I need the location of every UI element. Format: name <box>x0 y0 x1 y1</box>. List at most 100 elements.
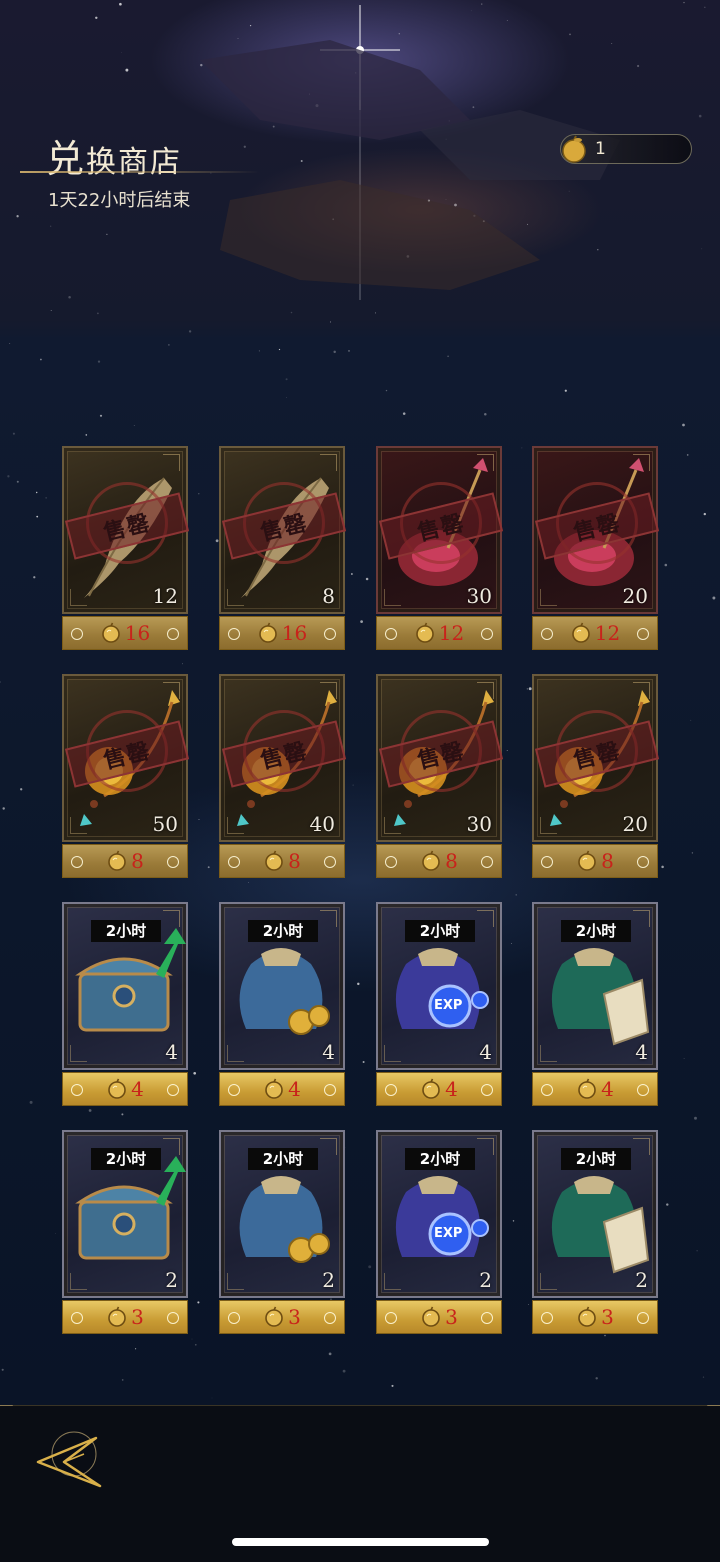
price-value: 8 <box>131 849 144 873</box>
shop-item-card: 售罄 40 <box>219 674 347 842</box>
home-indicator[interactable] <box>232 1538 489 1546</box>
back-arrow-icon[interactable] <box>34 1424 106 1488</box>
shop-item-card[interactable]: 2小时 4 <box>532 902 658 1070</box>
shop-item-card[interactable]: EXP 2小时 4 <box>376 902 502 1070</box>
golden-apple-icon <box>415 622 434 643</box>
card-corner-ornament <box>540 1045 557 1062</box>
buy-price-button[interactable]: 16 <box>219 616 345 650</box>
ornament-dot <box>324 628 336 640</box>
ornament-dot <box>228 628 240 640</box>
buy-price-button[interactable]: 12 <box>376 616 502 650</box>
buy-price-button[interactable]: 8 <box>376 844 502 878</box>
ornament-dot <box>228 1084 240 1096</box>
buy-price-button[interactable]: 3 <box>532 1300 658 1334</box>
ornament-dot <box>385 628 397 640</box>
shop-item-card[interactable]: EXP 2小时 2 <box>376 1130 502 1298</box>
card-corner-ornament <box>70 1273 87 1290</box>
shop-item-card: 售罄 8 <box>219 446 347 614</box>
card-corner-ornament <box>384 589 401 606</box>
card-corner-ornament <box>227 589 244 606</box>
buy-price-button[interactable]: 12 <box>532 616 658 650</box>
time-limit-badge: 2小时 <box>561 920 631 942</box>
price-value: 4 <box>288 1077 301 1101</box>
item-quantity: 2 <box>479 1268 492 1292</box>
buy-price-button[interactable]: 16 <box>62 616 188 650</box>
golden-apple-icon <box>578 1306 596 1327</box>
shop-item-card[interactable]: 2小时 2 <box>532 1130 658 1298</box>
item-quantity: 4 <box>322 1040 335 1064</box>
buy-price-button[interactable]: 4 <box>532 1072 658 1106</box>
ornament-dot <box>324 1312 336 1324</box>
card-corner-ornament <box>633 682 650 699</box>
shop-item-card: 售罄 30 <box>376 446 504 614</box>
footer-edge-right <box>688 1405 720 1428</box>
ornament-dot <box>637 1084 649 1096</box>
time-limit-badge: 2小时 <box>561 1148 631 1170</box>
golden-apple-icon <box>108 850 126 871</box>
ornament-dot <box>167 628 179 640</box>
item-quantity: 20 <box>622 584 648 608</box>
buy-price-button[interactable]: 8 <box>62 844 188 878</box>
footer-edge-left <box>0 1405 32 1428</box>
card-corner-ornament <box>384 1273 401 1290</box>
shop-item-card: 售罄 20 <box>532 674 660 842</box>
card-corner-ornament <box>477 910 494 927</box>
item-quantity: 30 <box>466 812 492 836</box>
shop-item-card[interactable]: 2小时 4 <box>219 902 345 1070</box>
item-quantity: 20 <box>622 812 648 836</box>
buy-price-button[interactable]: 3 <box>62 1300 188 1334</box>
card-corner-ornament <box>227 1045 244 1062</box>
card-corner-ornament <box>477 454 494 471</box>
golden-apple-icon <box>422 1078 440 1099</box>
price-value: 3 <box>131 1305 144 1329</box>
golden-apple-icon <box>578 1078 596 1099</box>
shop-timer: 1天22小时后结束 <box>48 190 191 211</box>
ornament-dot <box>541 1084 553 1096</box>
ornament-dot <box>637 856 649 868</box>
ornament-dot <box>481 856 493 868</box>
page-title-rest: 换商店 <box>86 145 183 180</box>
ornament-dot <box>541 856 553 868</box>
buy-price-button[interactable]: 3 <box>219 1300 345 1334</box>
currency-balance: 1 <box>560 134 692 164</box>
ornament-dot <box>541 628 553 640</box>
buy-price-button[interactable]: 4 <box>62 1072 188 1106</box>
item-quantity: 4 <box>635 1040 648 1064</box>
item-quantity: 30 <box>466 584 492 608</box>
price-value: 8 <box>601 849 614 873</box>
card-corner-ornament <box>320 910 337 927</box>
item-quantity: 2 <box>322 1268 335 1292</box>
price-value: 16 <box>281 621 308 645</box>
card-corner-ornament <box>477 682 494 699</box>
item-quantity: 40 <box>309 812 335 836</box>
buy-price-button[interactable]: 8 <box>219 844 345 878</box>
golden-apple-icon <box>265 1078 283 1099</box>
time-limit-badge: 2小时 <box>405 1148 475 1170</box>
buy-price-button[interactable]: 4 <box>219 1072 345 1106</box>
shop-item-card[interactable]: 2小时 4 <box>62 902 188 1070</box>
price-value: 4 <box>601 1077 614 1101</box>
time-limit-badge: 2小时 <box>91 920 161 942</box>
card-corner-ornament <box>633 910 650 927</box>
ornament-dot <box>167 1312 179 1324</box>
card-corner-ornament <box>320 454 337 471</box>
card-corner-ornament <box>384 817 401 834</box>
card-corner-ornament <box>70 817 87 834</box>
ornament-dot <box>167 1084 179 1096</box>
price-value: 3 <box>601 1305 614 1329</box>
price-value: 8 <box>288 849 301 873</box>
golden-apple-icon <box>571 622 590 643</box>
golden-apple-icon <box>422 850 440 871</box>
card-corner-ornament <box>477 1138 494 1155</box>
shop-item-card[interactable]: 2小时 2 <box>62 1130 188 1298</box>
buy-price-button[interactable]: 8 <box>532 844 658 878</box>
shop-item-card[interactable]: 2小时 2 <box>219 1130 345 1298</box>
price-value: 4 <box>131 1077 144 1101</box>
golden-apple-icon <box>265 850 283 871</box>
ornament-dot <box>324 1084 336 1096</box>
buy-price-button[interactable]: 4 <box>376 1072 502 1106</box>
buy-price-button[interactable]: 3 <box>376 1300 502 1334</box>
ornament-dot <box>228 1312 240 1324</box>
currency-amount: 1 <box>595 139 606 159</box>
card-corner-ornament <box>227 1273 244 1290</box>
